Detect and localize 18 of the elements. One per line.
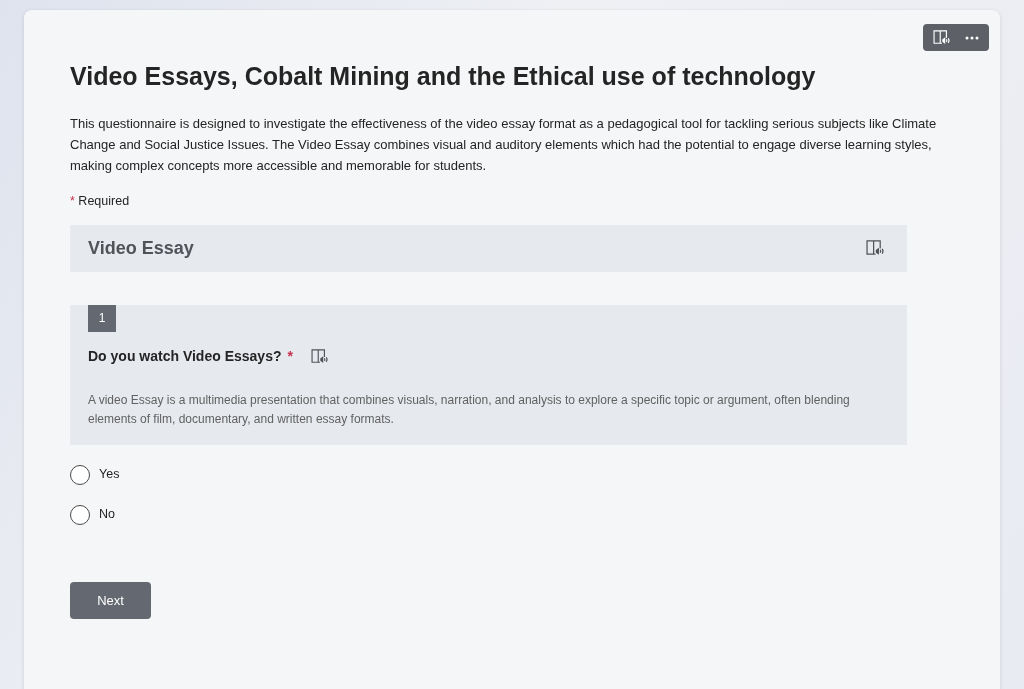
question-text: Do you watch Video Essays? [88,346,282,366]
option-label: No [99,506,115,524]
radio-button[interactable] [70,504,90,525]
form-description: This questionnaire is designed to investigate the effectiveness of the video essay format as a pedagogical tool for tackling serious subjects like Climate Change and Social Justice Issues. The Video Essay combines visual and auditory elements which had the potential to engage diverse learning styles, making complex concepts more accessible and memorable for students. [70,115,938,175]
option-label: Yes [99,466,120,484]
form-title: Video Essays, Cobalt Mining and the Ethical use of technology [70,61,817,91]
next-button[interactable]: Next [70,581,151,619]
required-asterisk: * [287,346,293,366]
required-note: Required [78,194,130,208]
immersive-reader-icon[interactable] [933,30,951,45]
immersive-reader-icon[interactable] [310,348,329,364]
section-title: Video Essay [88,236,194,260]
question-description: A video Essay is a multimedia presentation that combines visuals, narration, and analysis to explore a specific topic or argument, often blending elements of film, documentary, and written essay formats. [88,391,851,428]
more-icon[interactable] [965,35,979,40]
required-asterisk: * [70,194,75,208]
radio-button[interactable] [70,464,90,485]
question-number: 1 [88,304,116,332]
immersive-reader-icon[interactable] [866,240,885,257]
